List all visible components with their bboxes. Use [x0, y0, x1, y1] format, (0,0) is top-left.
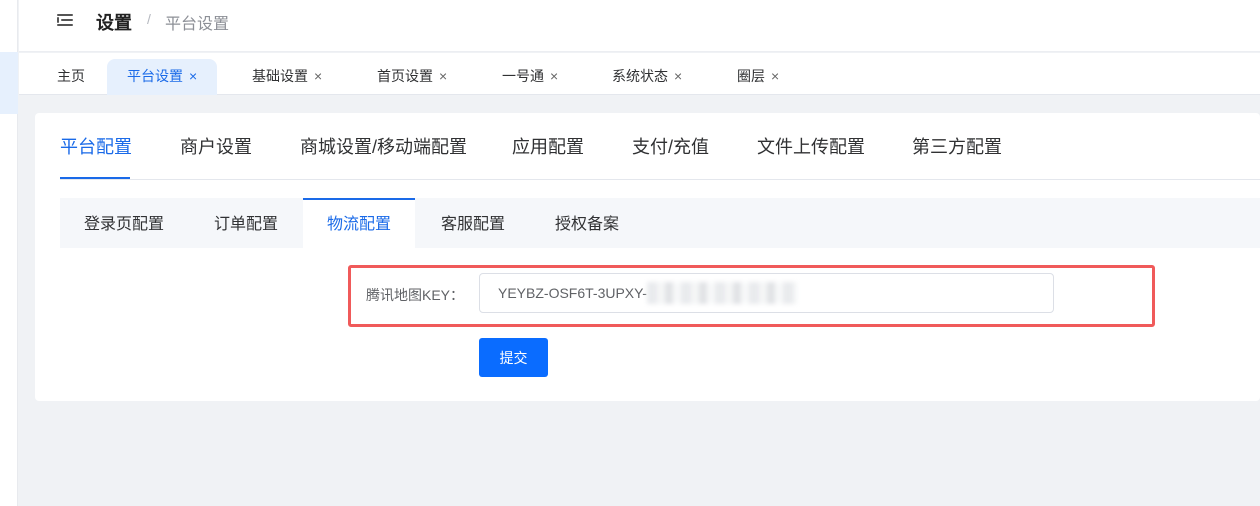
breadcrumb-separator: /: [147, 11, 151, 27]
page-tabs: 主页 平台设置 × 基础设置 × 首页设置 × 一号通 × 系统状态 × 圈层 ×: [19, 53, 1260, 95]
map-key-label: 腾讯地图KEY：: [366, 287, 465, 303]
sub-tabs: 登录页配置 订单配置 物流配置 客服配置 授权备案: [60, 198, 1260, 248]
hamburger-menu-icon[interactable]: [57, 13, 75, 29]
tab-platform-settings[interactable]: 平台设置 ×: [107, 59, 218, 95]
close-icon[interactable]: ×: [439, 68, 447, 84]
tab-system-status[interactable]: 系统状态 ×: [592, 59, 702, 95]
tab-label: 主页: [57, 68, 85, 84]
close-icon[interactable]: ×: [189, 68, 197, 84]
main-tab-merchant-settings[interactable]: 商户设置: [180, 133, 252, 159]
header: 设置 / 平台设置: [19, 0, 1260, 52]
tab-label: 基础设置: [252, 68, 308, 84]
close-icon[interactable]: ×: [314, 68, 322, 84]
main-tab-file-upload-config[interactable]: 文件上传配置: [757, 133, 865, 159]
sub-tab-authorization-filing[interactable]: 授权备案: [555, 198, 619, 248]
breadcrumb-current: 平台设置: [165, 16, 230, 33]
tab-label: 一号通: [502, 68, 544, 84]
settings-card: 平台配置 商户设置 商城设置/移动端配置 应用配置 支付/充值 文件上传配置 第…: [35, 113, 1260, 401]
main-tab-payment-recharge[interactable]: 支付/充值: [632, 133, 709, 159]
close-icon[interactable]: ×: [771, 68, 779, 84]
tab-label: 圈层: [737, 68, 765, 84]
sidebar-active-item[interactable]: [0, 52, 18, 114]
sub-tab-login-page-config[interactable]: 登录页配置: [84, 198, 164, 248]
tab-one-pass[interactable]: 一号通 ×: [482, 59, 578, 95]
close-icon[interactable]: ×: [550, 68, 558, 84]
tab-label: 平台设置: [127, 68, 183, 84]
close-icon[interactable]: ×: [674, 68, 682, 84]
breadcrumb-root[interactable]: 设置: [96, 9, 132, 35]
tab-label: 系统状态: [612, 68, 668, 84]
sub-tab-order-config[interactable]: 订单配置: [214, 198, 278, 248]
sub-tab-logistics-config[interactable]: 物流配置: [303, 198, 416, 248]
tab-home[interactable]: 主页: [37, 59, 105, 95]
tab-home-settings[interactable]: 首页设置 ×: [357, 59, 467, 95]
main-tab-third-party-config[interactable]: 第三方配置: [912, 133, 1002, 159]
tab-basic-settings[interactable]: 基础设置 ×: [232, 59, 342, 95]
main-tab-app-config[interactable]: 应用配置: [512, 133, 584, 159]
sub-tab-customer-service-config[interactable]: 客服配置: [441, 198, 505, 248]
map-key-input[interactable]: YEYBZ-OSF6T-3UPXY-: [479, 273, 1054, 313]
main-tab-platform-config[interactable]: 平台配置: [60, 133, 132, 159]
blurred-redaction: [646, 281, 797, 304]
tab-label: 首页设置: [377, 68, 433, 84]
tab-circle[interactable]: 圈层 ×: [717, 59, 799, 95]
active-tab-underline: [60, 177, 130, 179]
map-key-value: YEYBZ-OSF6T-3UPXY-: [498, 285, 647, 301]
main-tab-mall-mobile-config[interactable]: 商城设置/移动端配置: [300, 133, 467, 159]
main-tabs: 平台配置 商户设置 商城设置/移动端配置 应用配置 支付/充值 文件上传配置 第…: [60, 113, 1260, 180]
submit-button[interactable]: 提交: [479, 338, 548, 377]
